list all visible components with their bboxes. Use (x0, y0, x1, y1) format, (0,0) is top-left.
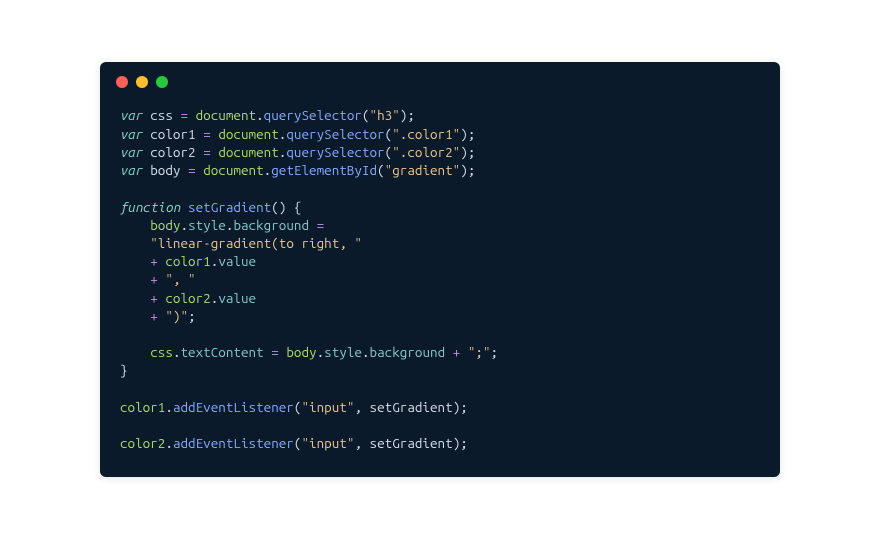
close-icon[interactable] (116, 76, 128, 88)
code-line: var css = document.querySelector("h3"); (120, 107, 415, 123)
code-line: var body = document.getElementById("grad… (120, 162, 475, 178)
minimize-icon[interactable] (136, 76, 148, 88)
code-line: function setGradient() { (120, 199, 301, 215)
code-line: var color2 = document.querySelector(".co… (120, 144, 475, 160)
code-line: + ")"; (120, 308, 196, 324)
code-line: } (120, 362, 128, 378)
code-line: css.textContent = body.style.background … (120, 344, 498, 360)
code-line: color1.addEventListener("input", setGrad… (120, 399, 468, 415)
code-line: "linear-gradient(to right, " (120, 235, 362, 251)
maximize-icon[interactable] (156, 76, 168, 88)
code-line: + color2.value (120, 290, 256, 306)
code-line: + color1.value (120, 253, 256, 269)
code-window: var css = document.querySelector("h3"); … (100, 62, 780, 476)
code-block: var css = document.querySelector("h3"); … (100, 94, 780, 476)
window-titlebar (100, 62, 780, 94)
code-line: body.style.background = (120, 217, 324, 233)
code-line: + ", " (120, 271, 196, 287)
code-line: color2.addEventListener("input", setGrad… (120, 435, 468, 451)
code-line: var color1 = document.querySelector(".co… (120, 126, 475, 142)
